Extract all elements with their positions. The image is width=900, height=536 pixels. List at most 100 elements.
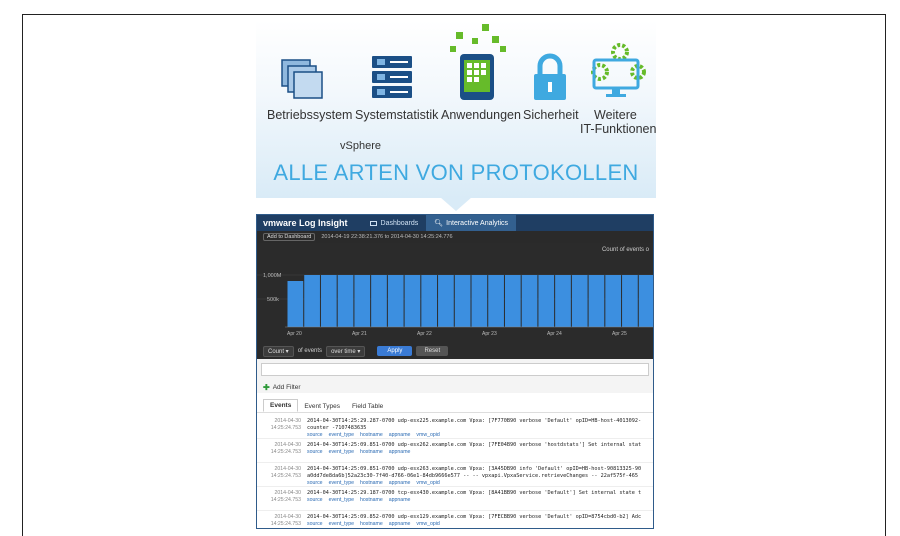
of-events-label: of events [297, 348, 323, 354]
add-filter-label: Add Filter [272, 383, 301, 391]
event-timestamp: 2014-04-30 14:25:24.753 [270, 418, 301, 431]
chart-title: Count of events o [601, 247, 649, 253]
event-field-link[interactable]: hostname [360, 432, 383, 438]
event-field-link[interactable]: appname [389, 432, 411, 438]
category-label-os: Betriebssystem [267, 108, 353, 122]
search-row [257, 359, 653, 381]
category-label-more-line2: IT-Funktionen [580, 122, 657, 136]
event-field-link[interactable]: source [307, 480, 323, 486]
server-rack-icon [372, 56, 412, 98]
event-field-link[interactable]: event_type [329, 449, 354, 455]
histogram-bar[interactable] [571, 275, 588, 327]
histogram-bar[interactable] [404, 275, 421, 327]
event-field-link[interactable]: appname [389, 480, 411, 486]
histogram-bar[interactable] [320, 275, 337, 327]
histogram-bar[interactable] [421, 275, 438, 327]
search-icon: 🔍︎ [434, 220, 444, 227]
event-field-link[interactable]: hostname [360, 497, 383, 503]
event-timestamp: 2014-04-30 14:25:24.753 [270, 514, 301, 527]
event-field-link[interactable]: event_type [329, 497, 354, 503]
event-field-link[interactable]: hostname [360, 449, 383, 455]
event-field-link[interactable]: source [307, 449, 323, 455]
histogram-bar[interactable] [454, 275, 471, 327]
event-field-link[interactable]: vmw_opid [416, 432, 439, 438]
histogram-bar[interactable] [622, 275, 638, 327]
results-tabs: Events Event Types Field Table [257, 399, 653, 413]
histogram-bar[interactable] [521, 275, 538, 327]
x-tick-apr25: Apr 25 [612, 331, 627, 337]
search-input[interactable] [261, 363, 649, 376]
event-field-link[interactable]: source [307, 432, 323, 438]
histogram-bar[interactable] [488, 275, 504, 327]
histogram-bar[interactable] [588, 275, 605, 327]
brand-logo: vmware Log Insight [263, 218, 348, 228]
tab-field-table[interactable]: Field Table [346, 401, 389, 412]
event-field-link[interactable]: source [307, 521, 323, 527]
nav-tab-interactive-analytics[interactable]: 🔍︎ Interactive Analytics [426, 215, 517, 231]
event-timestamp: 2014-04-30 14:25:24.753 [270, 466, 301, 479]
query-controls: Count ▾ of events over time ▾ Apply Rese… [257, 343, 653, 359]
reset-button[interactable]: Reset [416, 346, 449, 356]
event-field-link[interactable]: hostname [360, 521, 383, 527]
histogram-bar[interactable] [387, 275, 404, 327]
dashboard-icon [369, 220, 377, 226]
event-field-link[interactable]: appname [389, 521, 411, 527]
time-range-text: 2014-04-19 22:38:21.376 to 2014-04-30 14… [321, 234, 453, 240]
y-tick-1000m: 1,000M [263, 273, 282, 279]
x-tick-apr22: Apr 22 [417, 331, 432, 337]
event-field-link[interactable]: event_type [329, 521, 354, 527]
event-text: 2014-04-30T14:25:09.852-0700 udp-esx129.… [307, 514, 642, 527]
histogram-bar[interactable] [605, 275, 622, 327]
histogram-bar[interactable] [538, 275, 555, 327]
event-field-link[interactable]: source [307, 497, 323, 503]
histogram-bar[interactable] [638, 275, 654, 327]
category-label-apps: Anwendungen [441, 108, 521, 122]
add-to-dashboard-button[interactable]: Add to Dashboard [263, 233, 316, 241]
log-insight-window: vmware Log Insight Dashboards 🔍︎ Interact… [256, 214, 654, 529]
x-tick-apr23: Apr 23 [482, 331, 497, 337]
count-select[interactable]: Count ▾ [263, 345, 294, 357]
tab-event-types[interactable]: Event Types [298, 401, 346, 412]
event-field-link[interactable]: event_type [329, 480, 354, 486]
mobile-apps-icon [450, 24, 506, 100]
add-filter-button[interactable]: ✚ Add Filter [257, 381, 653, 393]
padlock-icon [534, 53, 566, 100]
event-row[interactable]: 2014-04-30 14:25:24.753 2014-04-30T14:25:0… [257, 439, 653, 463]
event-field-link[interactable]: vmw_opid [416, 480, 439, 486]
x-tick-apr20: Apr 20 [287, 331, 302, 337]
stacked-windows-icon [281, 59, 323, 99]
chart-canvas: 1,000M 500k Apr 20 Apr 21 Apr 22 Apr 23 … [257, 273, 654, 337]
event-field-link[interactable]: appname [389, 497, 411, 503]
event-row[interactable]: 2014-04-30 14:25:24.753 2014-04-30T14:25:0… [257, 511, 653, 528]
histogram-bar[interactable] [504, 275, 521, 327]
event-row[interactable]: 2014-04-30 14:25:24.753 2014-04-30T14:25:2… [257, 487, 653, 511]
event-list: 2014-04-30 14:25:24.753 2014-04-30T14:25:2… [257, 413, 653, 528]
histogram-bar[interactable] [304, 275, 320, 327]
over-time-select[interactable]: over time ▾ [326, 345, 366, 357]
event-field-link[interactable]: event_type [329, 432, 354, 438]
plus-icon: ✚ [263, 382, 270, 392]
event-timestamp: 2014-04-30 14:25:24.753 [270, 490, 301, 503]
histogram-bar[interactable] [337, 275, 354, 327]
event-row[interactable]: 2014-04-30 14:25:24.753 2014-04-30T14:25:2… [257, 415, 653, 439]
y-tick-500k: 500k [267, 297, 279, 303]
category-label-security: Sicherheit [523, 108, 579, 122]
monitor-gears-icon [591, 43, 646, 97]
event-text: 2014-04-30T14:25:29.187-0700 tcp-esx430.… [307, 490, 642, 503]
histogram-bar[interactable] [371, 275, 387, 327]
histogram-bar[interactable] [471, 275, 488, 327]
histogram-bar[interactable] [354, 275, 371, 327]
histogram-bar[interactable] [438, 275, 454, 327]
nav-tab-dashboards[interactable]: Dashboards [362, 215, 427, 231]
event-row[interactable]: 2014-04-30 14:25:24.753 2014-04-30T14:25:0… [257, 463, 653, 487]
histogram-bar[interactable] [555, 275, 571, 327]
apply-button[interactable]: Apply [377, 346, 413, 356]
event-field-link[interactable]: appname [389, 449, 411, 455]
category-label-systemstats: Systemstatistik [355, 108, 439, 122]
event-count-chart: 1,000M 500k Apr 20 Apr 21 Apr 22 Apr 23 … [257, 243, 653, 343]
event-field-link[interactable]: hostname [360, 480, 383, 486]
banner-pointer-arrow [440, 197, 472, 211]
histogram-bar[interactable] [287, 281, 304, 327]
event-field-link[interactable]: vmw_opid [416, 521, 439, 527]
tab-events[interactable]: Events [263, 399, 299, 412]
